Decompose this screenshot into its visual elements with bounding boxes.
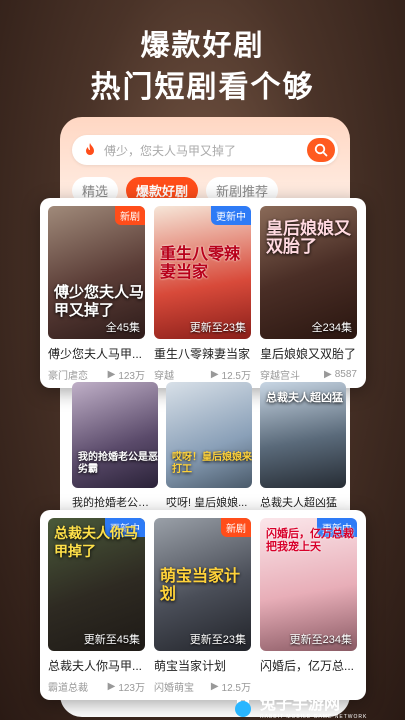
drama-row-2: 我的抢婚老公是恶劣霸 我的抢婚老公是... 哎呀！皇后娘娘来打工 哎呀! 皇后娘… xyxy=(72,382,346,510)
view-count: 123万 xyxy=(118,371,145,382)
search-button[interactable] xyxy=(307,138,335,162)
play-icon: ▶ xyxy=(107,369,116,380)
drama-card[interactable]: 更新中 重生八零辣妻当家 更新至23集 重生八零辣妻当家 穿越 ▶ 12.5万 xyxy=(154,206,251,382)
drama-card[interactable]: 新剧 傅少您夫人马甲又掉了 全45集 傅少您夫人马甲... 豪门虐恋 ▶ 123万 xyxy=(48,206,145,382)
episode-count: 更新至45集 xyxy=(83,634,140,646)
drama-card[interactable]: 更新中 闪婚后，亿万总裁把我宠上天 更新至234集 闪婚后，亿万总... xyxy=(260,518,357,694)
drama-card[interactable]: 新剧 萌宝当家计划 更新至23集 萌宝当家计划 闪婚萌宝 ▶ 12.5万 xyxy=(154,518,251,694)
poster-title: 总裁夫人超凶猛 xyxy=(266,392,343,404)
drama-title: 我的抢婚老公是... xyxy=(72,497,158,509)
poster-title: 萌宝当家计划 xyxy=(160,568,241,603)
episode-count: 更新至23集 xyxy=(189,322,246,334)
drama-title: 傅少您夫人马甲... xyxy=(48,347,143,361)
poster-title: 哎呀！皇后娘娘来打工 xyxy=(172,452,252,475)
poster-image: 更新中 重生八零辣妻当家 更新至23集 xyxy=(154,206,251,339)
flame-icon xyxy=(86,143,94,155)
drama-title: 闪婚后，亿万总... xyxy=(260,659,355,673)
drama-title: 萌宝当家计划 xyxy=(154,659,227,673)
poster-title: 总裁夫人你马甲掉了 xyxy=(54,525,138,559)
poster-image: 哎呀！皇后娘娘来打工 xyxy=(166,382,252,488)
drama-title: 哎呀! 皇后娘娘... xyxy=(166,497,248,509)
genre-tag: 穿越宫斗 xyxy=(260,371,300,382)
poster-image: 更新中 总裁夫人你马甲掉了 更新至45集 xyxy=(48,518,145,651)
episode-count: 全234集 xyxy=(311,322,352,334)
poster-title: 闪婚后，亿万总裁把我宠上天 xyxy=(266,528,354,553)
status-badge: 更新中 xyxy=(211,206,251,225)
watermark-title: 兔子手游网 xyxy=(260,696,341,713)
drama-card[interactable]: 总裁夫人超凶猛 总裁夫人超凶猛 xyxy=(260,382,346,510)
view-count: 8587 xyxy=(334,369,357,380)
search-input[interactable]: 傅少，您夫人马甲又掉了 xyxy=(104,142,307,159)
poster-image: 更新中 闪婚后，亿万总裁把我宠上天 更新至234集 xyxy=(260,518,357,651)
drama-row-1: 新剧 傅少您夫人马甲又掉了 全45集 傅少您夫人马甲... 豪门虐恋 ▶ 123万… xyxy=(40,198,366,388)
play-icon: ▶ xyxy=(107,681,116,692)
poster-title: 皇后娘娘又双胎了 xyxy=(266,219,351,256)
view-count: 12.5万 xyxy=(221,371,251,382)
poster-image: 新剧 傅少您夫人马甲又掉了 全45集 xyxy=(48,206,145,339)
status-badge: 新剧 xyxy=(115,206,145,225)
genre-tag: 霸道总裁 xyxy=(48,683,88,694)
search-icon xyxy=(314,143,328,157)
genre-tag: 穿越 xyxy=(154,371,174,382)
drama-card[interactable]: 更新中 总裁夫人你马甲掉了 更新至45集 总裁夫人你马甲... 霸道总裁 ▶ 12… xyxy=(48,518,145,694)
episode-count: 更新至234集 xyxy=(289,634,352,646)
genre-tag: 豪门虐恋 xyxy=(48,371,88,382)
poster-title: 我的抢婚老公是恶劣霸 xyxy=(78,452,158,475)
poster-image: 皇后娘娘又双胎了 全234集 xyxy=(260,206,357,339)
search-bar[interactable]: 傅少，您夫人马甲又掉了 xyxy=(72,135,338,165)
poster-title: 傅少您夫人马甲又掉了 xyxy=(54,284,145,319)
view-count: 123万 xyxy=(118,683,145,694)
poster-image: 总裁夫人超凶猛 xyxy=(260,382,346,488)
drama-title: 皇后娘娘又双胎了 xyxy=(260,347,357,361)
drama-title: 总裁夫人你马甲... xyxy=(48,659,143,673)
watermark-subtitle: RABBIT MOBILE GAME NETWORK xyxy=(260,714,368,720)
drama-card[interactable]: 皇后娘娘又双胎了 全234集 皇后娘娘又双胎了 穿越宫斗 ▶ 8587 xyxy=(260,206,357,382)
drama-card[interactable]: 哎呀！皇后娘娘来打工 哎呀! 皇后娘娘... xyxy=(166,382,252,510)
poster-title: 重生八零辣妻当家 xyxy=(160,246,241,281)
play-icon: ▶ xyxy=(210,369,219,380)
episode-count: 更新至23集 xyxy=(189,634,246,646)
drama-title: 重生八零辣妻当家 xyxy=(154,347,251,361)
drama-card[interactable]: 我的抢婚老公是恶劣霸 我的抢婚老公是... xyxy=(72,382,158,510)
headline-line1: 爆款好剧 xyxy=(140,30,265,62)
genre-tag: 闪婚萌宝 xyxy=(154,683,194,694)
play-icon: ▶ xyxy=(324,369,332,380)
headline-line2: 热门短剧看个够 xyxy=(90,71,315,104)
site-watermark: 兔子手游网 RABBIT MOBILE GAME NETWORK xyxy=(230,690,367,720)
drama-row-3: 更新中 总裁夫人你马甲掉了 更新至45集 总裁夫人你马甲... 霸道总裁 ▶ 12… xyxy=(40,510,366,700)
poster-image: 新剧 萌宝当家计划 更新至23集 xyxy=(154,518,251,651)
poster-image: 我的抢婚老公是恶劣霸 xyxy=(72,382,158,488)
rabbit-logo-icon xyxy=(235,693,251,717)
status-badge: 新剧 xyxy=(221,518,251,537)
episode-count: 全45集 xyxy=(105,322,140,334)
drama-title: 总裁夫人超凶猛 xyxy=(260,497,337,509)
play-icon: ▶ xyxy=(210,681,219,692)
